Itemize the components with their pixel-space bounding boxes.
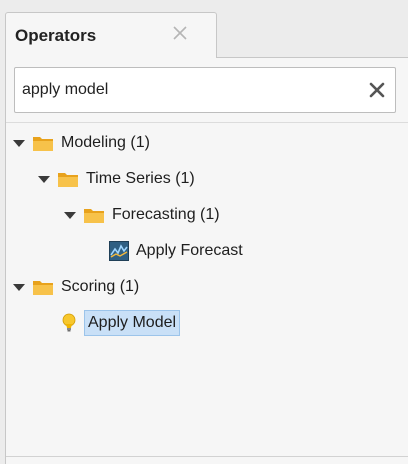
folder-icon <box>57 170 79 188</box>
chevron-down-icon[interactable] <box>12 280 26 294</box>
close-icon[interactable] <box>170 23 190 43</box>
panel-bottom-divider <box>6 456 408 457</box>
chevron-down-icon[interactable] <box>12 136 26 150</box>
folder-icon <box>32 278 54 296</box>
chevron-down-icon[interactable] <box>63 208 77 222</box>
tree-node-label: Forecasting (1) <box>112 206 220 223</box>
clear-search-icon[interactable] <box>368 81 386 99</box>
tree-node-label: Modeling (1) <box>61 134 150 151</box>
tree-leaf-apply-model[interactable]: Apply Model <box>59 310 181 336</box>
tree-leaf-label: Apply Forecast <box>136 242 243 259</box>
tree-node-label: Time Series (1) <box>86 170 195 187</box>
tab-operators[interactable]: Operators <box>5 12 217 58</box>
search-box <box>14 67 396 113</box>
folder-icon <box>32 134 54 152</box>
search-input[interactable] <box>22 79 352 101</box>
tree-node-time-series[interactable]: Time Series (1) <box>37 167 197 191</box>
tab-title: Operators <box>15 26 97 45</box>
lightbulb-icon <box>59 313 79 333</box>
forecast-operator-icon <box>109 241 129 261</box>
tree-node-label: Scoring (1) <box>61 278 140 295</box>
search-divider <box>6 122 408 123</box>
operators-view: Operators apply model Modeling (1) Time … <box>0 0 408 464</box>
tree-leaf-apply-forecast[interactable]: Apply Forecast <box>109 239 245 263</box>
operators-panel: Modeling (1) Time Series (1) <box>5 57 408 464</box>
tree-node-scoring[interactable]: Scoring (1) <box>12 275 141 299</box>
tree-node-forecasting[interactable]: Forecasting (1) <box>63 203 222 227</box>
folder-icon <box>83 206 105 224</box>
chevron-down-icon[interactable] <box>37 172 51 186</box>
tree-node-modeling[interactable]: Modeling (1) <box>12 131 152 155</box>
tree-leaf-label: Apply Model <box>84 310 181 336</box>
